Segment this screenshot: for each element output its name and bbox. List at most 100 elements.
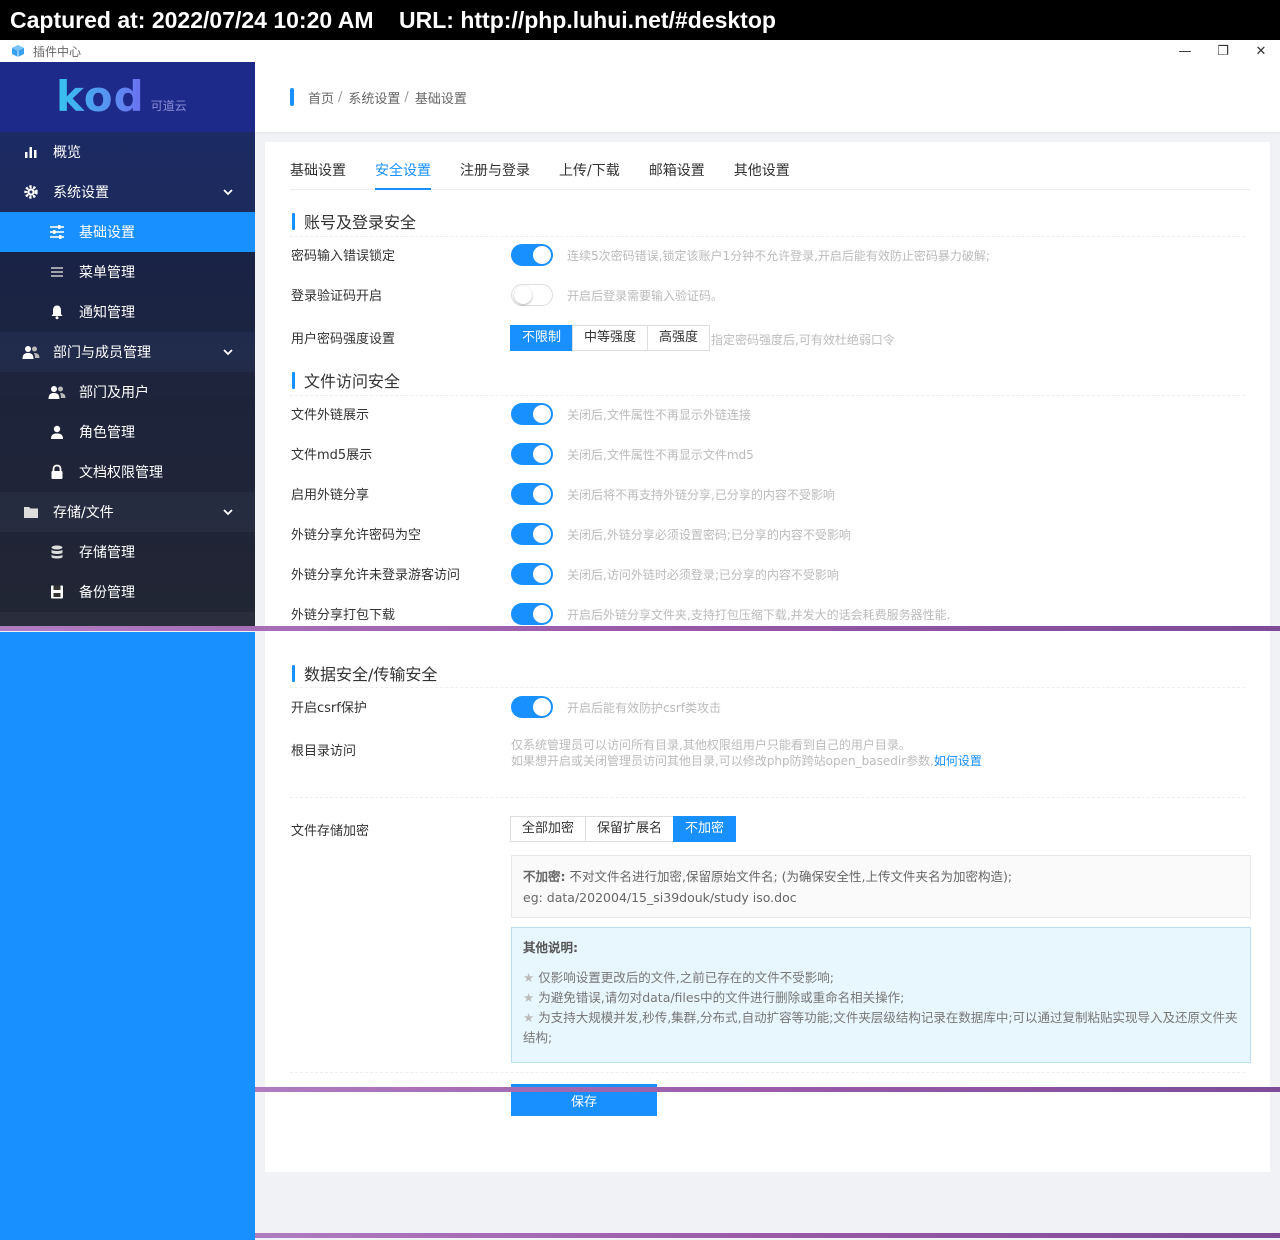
sidebar-item-label: 通知管理 <box>79 305 135 321</box>
row-label: 外链分享打包下载 <box>291 608 396 623</box>
sidebar-item-label: 文档权限管理 <box>79 465 163 481</box>
encryption-info-title: 不加密: <box>523 869 566 884</box>
sidebar-item-role-management[interactable]: 角色管理 <box>0 412 255 452</box>
file-link-display-toggle[interactable] <box>511 403 553 425</box>
share-guest-access-toggle[interactable] <box>511 563 553 585</box>
sidebar-item-label: 部门与成员管理 <box>53 345 151 361</box>
window-titlebar: 插件中心 — ❐ ✕ <box>0 40 1280 62</box>
row-label: 根目录访问 <box>291 744 357 759</box>
logo[interactable]: kod 可道云 <box>0 62 255 132</box>
save-icon <box>48 583 66 601</box>
row-label: 文件md5展示 <box>291 448 373 463</box>
lock-icon <box>48 463 66 481</box>
encryption-info-example: eg: data/202004/15_si39douk/study iso.do… <box>523 890 797 905</box>
file-md5-display-toggle[interactable] <box>511 443 553 465</box>
breadcrumb-separator: / <box>338 89 343 105</box>
breadcrumb-basic-settings: 基础设置 <box>414 91 467 107</box>
app-cube-icon <box>12 45 24 57</box>
row-description: 开启后能有效防护csrf类攻击 <box>567 701 722 715</box>
settings-tabs: 基础设置 安全设置 注册与登录 上传/下载 邮箱设置 其他设置 <box>290 142 1250 190</box>
sidebar-item-label: 菜单管理 <box>79 265 135 281</box>
encryption-info-box: 不加密: 不对文件名进行加密,保留原始文件名; (为确保安全性,上传文件夹名为加… <box>511 855 1251 918</box>
share-empty-password-toggle[interactable] <box>511 523 553 545</box>
row-label: 外链分享允许密码为空 <box>291 528 422 543</box>
tab-register-login[interactable]: 注册与登录 <box>460 142 530 190</box>
note-item: ★ 为避免错误,请勿对data/files中的文件进行删除或重命名相关操作; <box>523 990 905 1005</box>
row-description: 关闭后,文件属性不再显示文件md5 <box>567 448 754 462</box>
section-divider <box>290 395 1245 396</box>
sidebar-item-menu-management[interactable]: 菜单管理 <box>0 252 255 292</box>
user-icon <box>48 423 66 441</box>
note-item: ★ 仅影响设置更改后的文件,之前已存在的文件不受影响; <box>523 970 834 985</box>
sidebar-item-system-settings[interactable]: 系统设置 <box>0 172 255 212</box>
strength-option-high[interactable]: 高强度 <box>647 325 711 351</box>
tab-upload-download[interactable]: 上传/下载 <box>559 142 620 190</box>
sidebar-item-dept-users[interactable]: 部门及用户 <box>0 372 255 412</box>
chevron-down-icon <box>223 189 233 196</box>
breadcrumb: 首页 / 系统设置 / 基础设置 <box>255 62 1280 132</box>
tab-other[interactable]: 其他设置 <box>734 142 790 190</box>
section-title-file-access: 文件访问安全 <box>292 368 400 392</box>
sidebar-item-notice-management[interactable]: 通知管理 <box>0 292 255 332</box>
capture-seam <box>0 626 1280 631</box>
logo-text: kod <box>56 72 145 121</box>
row-label: 开启csrf保护 <box>291 701 367 716</box>
login-captcha-toggle[interactable] <box>511 284 553 306</box>
row-label: 密码输入错误锁定 <box>291 249 396 264</box>
tab-email[interactable]: 邮箱设置 <box>649 142 705 190</box>
menu-icon <box>48 263 66 281</box>
row-label: 登录验证码开启 <box>291 289 383 304</box>
logo-subtitle: 可道云 <box>150 98 187 113</box>
chevron-down-icon <box>223 349 233 356</box>
sidebar-item-storage-management[interactable]: 存储管理 <box>0 532 255 572</box>
sidebar-item-backup-management[interactable]: 备份管理 <box>0 572 255 612</box>
star-icon: ★ <box>523 970 535 985</box>
sliders-icon <box>48 223 66 241</box>
breadcrumb-separator: / <box>404 89 409 105</box>
breadcrumb-system-settings[interactable]: 系统设置 <box>348 88 400 107</box>
strength-option-unlimited[interactable]: 不限制 <box>510 325 574 351</box>
sidebar-item-label: 基础设置 <box>79 225 135 241</box>
how-to-configure-link[interactable]: 如何设置 <box>934 754 982 768</box>
restore-button[interactable]: ❐ <box>1204 40 1242 62</box>
sidebar-item-storage-files[interactable]: 存储/文件 <box>0 492 255 532</box>
encryption-option-all[interactable]: 全部加密 <box>510 816 587 842</box>
csrf-protection-toggle[interactable] <box>511 696 553 718</box>
share-zip-download-toggle[interactable] <box>511 603 553 625</box>
row-description: 关闭后将不再支持外链分享,已分享的内容不受影响 <box>567 488 835 502</box>
section-divider <box>290 236 1245 237</box>
star-icon: ★ <box>523 1010 535 1025</box>
capture-seam <box>255 1087 1280 1092</box>
row-description: 开启后外链分享文件夹,支持打包压缩下载,并发大的话会耗费服务器性能. <box>567 608 951 622</box>
tab-security[interactable]: 安全设置 <box>375 142 431 190</box>
encryption-option-keep-ext[interactable]: 保留扩展名 <box>585 816 675 842</box>
minimize-button[interactable]: — <box>1166 40 1204 62</box>
sidebar-item-overview[interactable]: 概览 <box>0 132 255 172</box>
strength-option-medium[interactable]: 中等强度 <box>572 325 649 351</box>
close-button[interactable]: ✕ <box>1242 40 1280 62</box>
row-label: 用户密码强度设置 <box>291 332 396 347</box>
section-title-data-security: 数据安全/传输安全 <box>292 661 437 685</box>
row-label: 文件存储加密 <box>291 824 370 839</box>
other-notes-box: 其他说明: ★ 仅影响设置更改后的文件,之前已存在的文件不受影响; ★ 为避免错误,… <box>511 927 1251 1063</box>
breadcrumb-accent-bar <box>290 88 294 106</box>
breadcrumb-home[interactable]: 首页 <box>308 88 334 107</box>
sidebar-item-basic-settings[interactable]: 基础设置 <box>0 212 255 252</box>
row-label: 外链分享允许未登录游客访问 <box>291 568 461 583</box>
enable-share-link-toggle[interactable] <box>511 483 553 505</box>
users-icon <box>48 383 66 401</box>
tab-basic[interactable]: 基础设置 <box>290 142 346 190</box>
section-divider <box>290 1072 1245 1073</box>
users-icon <box>22 343 40 361</box>
sidebar-item-label: 存储/文件 <box>53 505 114 521</box>
star-icon: ★ <box>523 990 535 1005</box>
sidebar-item-dept-members[interactable]: 部门与成员管理 <box>0 332 255 372</box>
root-access-hint: 如果想开启或关闭管理员访问其他目录,可以修改php防跨站open_basedir… <box>511 752 982 769</box>
encryption-option-none[interactable]: 不加密 <box>673 816 737 842</box>
password-strength-selector: 不限制 中等强度 高强度 <box>510 325 711 351</box>
password-lock-toggle[interactable] <box>511 244 553 266</box>
folder-icon <box>22 503 40 521</box>
sidebar-item-doc-permission[interactable]: 文档权限管理 <box>0 452 255 492</box>
notes-title: 其他说明: <box>523 940 578 955</box>
sidebar-item-label: 存储管理 <box>79 545 135 561</box>
